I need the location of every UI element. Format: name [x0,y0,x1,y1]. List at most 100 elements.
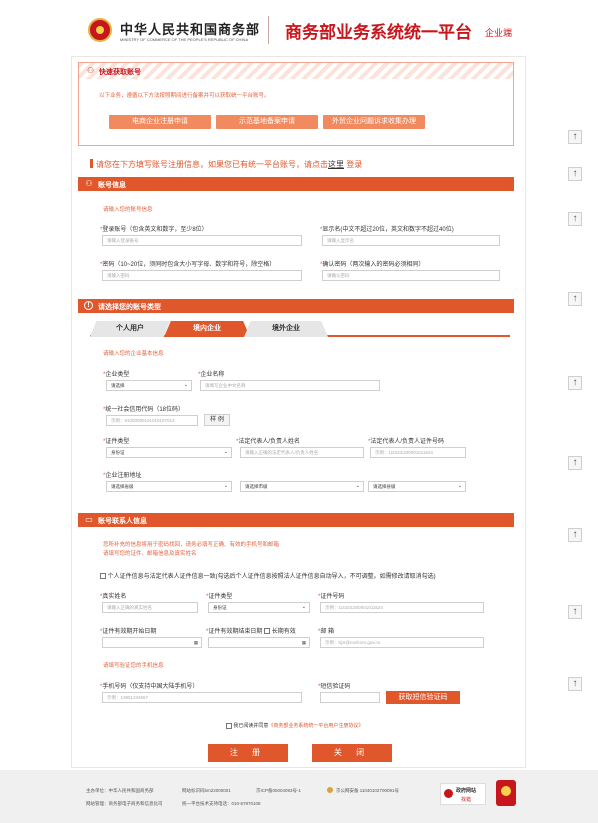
real-name-input[interactable]: 请输入正确的真实姓名 [102,602,198,613]
foreign-trade-appeal-button[interactable]: 外贸企业问题诉求收集办理 [323,115,425,129]
enterprise-name-label: *企业名称 [198,372,225,378]
cert-end-date-input[interactable]: ▦ [208,637,310,648]
monitor-icon: ▭ [85,515,93,524]
long-term-label: 长期有效 [271,629,296,635]
info-icon: ! [84,301,93,310]
confirm-password-label: *确认密码（两次输入的密码必须相同） [320,262,425,268]
login-link[interactable]: 这里 [328,160,344,169]
back-to-top-icon[interactable]: ↑ [568,605,582,619]
footer-police[interactable]: 京公网安备 11040102700091号 [336,788,399,794]
chevron-down-icon: ⌄ [223,449,228,455]
account-section-header: ⚇ 账号信息 [78,177,514,191]
login-account-label: *登录账号（包含英文和数字，至少8位） [100,227,208,233]
mobile-input[interactable]: 示例：13901234567 [102,692,302,703]
email-label: *邮 箱 [318,629,335,635]
confirm-password-input[interactable]: 请确认密码 [322,270,500,281]
gov-site-badge-icon [444,789,453,798]
contact-cert-no-input[interactable]: 示例：110101200001011524 [320,602,484,613]
account-section-title: 账号信息 [98,182,126,189]
login-hint: 请您在下方填写账号注册信息，如果您已有统一平台账号，请点击这里 登录 [96,159,362,170]
tab-foreign-enterprise[interactable]: 境外企业 [244,321,328,337]
login-account-input[interactable]: 请输入登录账号 [102,235,302,246]
back-to-top-icon[interactable]: ↑ [568,456,582,470]
enterprise-name-input[interactable]: 请填写企业中文名称 [200,380,380,391]
cert-type-select[interactable]: 身份证 ⌄ [106,447,232,458]
tab-domestic-enterprise[interactable]: 境内企业 [164,321,250,337]
account-hint: 请输入您的账号信息 [103,207,153,213]
cert-type-label: *证件类型 [103,439,130,445]
mobile-label: *手机号码（仅支持中国大陆手机号） [100,684,199,690]
user-icon: ⚇ [85,179,93,188]
account-type-title: 请选择您的账号类型 [98,304,161,311]
contact-hint-1: 您所补充的信息将用于密码找回，请务必填写正确、有效的手机号和邮箱 [103,542,280,548]
tab-personal[interactable]: 个人用户 [90,321,170,337]
sms-code-input[interactable] [320,692,380,703]
quick-account-header: ⚇ 快速获取账号 [79,63,513,79]
footer-support: 统一平台技术支持电话：010-67870108 [182,801,261,806]
back-to-top-icon[interactable]: ↑ [568,376,582,390]
get-sms-code-button[interactable]: 获取短信验证码 [386,691,460,704]
calendar-icon: ▦ [301,640,306,645]
footer-site-code: 网站标识码bm22000001 [182,788,231,793]
police-badge-icon [327,787,333,793]
footer-icp[interactable]: 京ICP备05004093号-1 [256,788,301,794]
enterprise-type-select[interactable]: 请选择 ⌄ [106,380,192,391]
gov-site-badge-label: 政府网站 [456,788,477,794]
chevron-down-icon: ⌄ [223,483,228,489]
close-button[interactable]: 关 闭 [312,744,392,762]
account-type-tabs: 个人用户 境内企业 境外企业 [90,321,510,337]
footer-maintain: 网站管理：商务部电子商务和信息化司 [86,801,163,806]
ecommerce-register-button[interactable]: 电商企业注册申请 [109,115,211,129]
user-key-icon: ⚇ [87,66,95,75]
chevron-down-icon: ⌄ [355,483,360,489]
back-to-top-icon[interactable]: ↑ [568,167,582,181]
demo-base-register-button[interactable]: 示范基地备案申请 [216,115,318,129]
agreement-prefix: 我已阅读并同意 [233,723,269,729]
account-type-section-header: ! 请选择您的账号类型 [78,299,514,313]
calendar-icon: ▦ [193,640,198,645]
site-footer: 主办单位：中华人民共和国商务部 网站标识码bm22000001 京ICP备050… [0,770,598,823]
province-select[interactable]: 请选择省级 ⌄ [106,481,232,492]
back-to-top-icon[interactable]: ↑ [568,292,582,306]
county-select[interactable]: 请选择县级 ⌄ [368,481,466,492]
city-select[interactable]: 请选择市级 ⌄ [240,481,364,492]
display-name-input[interactable]: 请输入显示名 [322,235,500,246]
contact-hint-2: 请填写您的证件、邮箱信息及真实姓名 [103,551,197,557]
password-input[interactable]: 请输入密码 [102,270,302,281]
chevron-down-icon: ⌄ [183,382,188,388]
back-to-top-icon[interactable]: ↑ [568,528,582,542]
login-hint-prefix: 请您在下方填写账号注册信息，如果您已有统一平台账号，请点击 [96,160,328,169]
back-to-top-icon[interactable]: ↑ [568,212,582,226]
back-to-top-icon[interactable]: ↑ [568,130,582,144]
agreement-checkbox[interactable] [226,722,232,729]
national-emblem-icon [88,18,112,42]
credit-code-label: *统一社会信用代码（18位码） [103,407,185,413]
contact-cert-no-label: *证件号码 [318,594,345,600]
login-hint-suffix: 登录 [346,160,363,169]
agreement-link[interactable]: 《商务部业务系统统一平台用户注册协议》 [268,723,363,729]
email-input[interactable]: 示例：bjzt@mofcom.gov.cn [320,637,484,648]
gov-site-error-badge[interactable]: 政府网站 找错 [440,783,486,805]
platform-title: 商务部业务系统统一平台 [285,23,472,42]
cert-start-date-input[interactable]: ▦ [102,637,202,648]
footer-host: 主办单位：中华人民共和国商务部 [86,788,154,793]
legal-rep-name-input[interactable]: 请输入正确的法定代表人/负责人姓名 [240,447,364,458]
contact-cert-type-select[interactable]: 身份证 ⌄ [208,602,310,613]
legal-rep-id-input[interactable]: 示例：110101200001011524 [370,447,466,458]
long-term-checkbox[interactable] [264,628,271,635]
header-divider [268,16,269,44]
back-to-top-icon[interactable]: ↑ [568,677,582,691]
cert-end-label: *证件有效期结束日期 长期有效 [206,628,296,635]
quick-account-title: 快速获取账号 [99,69,141,76]
legal-rep-id-label: *法定代表人/负责人证件号码 [368,439,445,445]
party-emblem-icon [496,780,516,806]
register-button[interactable]: 注 册 [208,744,288,762]
credit-example-button[interactable]: 样 例 [204,414,230,426]
credit-code-input[interactable]: 示例：91000000101010107013 [106,415,198,426]
same-as-legal-checkbox[interactable]: 个人证件信息与法定代表人证件信息一致(勾选后个人证件信息按照法人证件信息自动导入… [100,571,436,580]
enterprise-hint: 请输入您的企业基本信息 [103,351,164,357]
cert-start-label: *证件有效期开始日期 [100,629,157,635]
agreement-row: 我已阅读并同意《商务部业务系统统一平台用户注册协议》 [226,722,363,729]
quick-account-desc: 以下业务，遵循以下方法按照期间进行备案并可以获取统一平台账号。 [99,93,270,99]
contact-section-header: ▭ 账号联系人信息 [78,513,514,527]
